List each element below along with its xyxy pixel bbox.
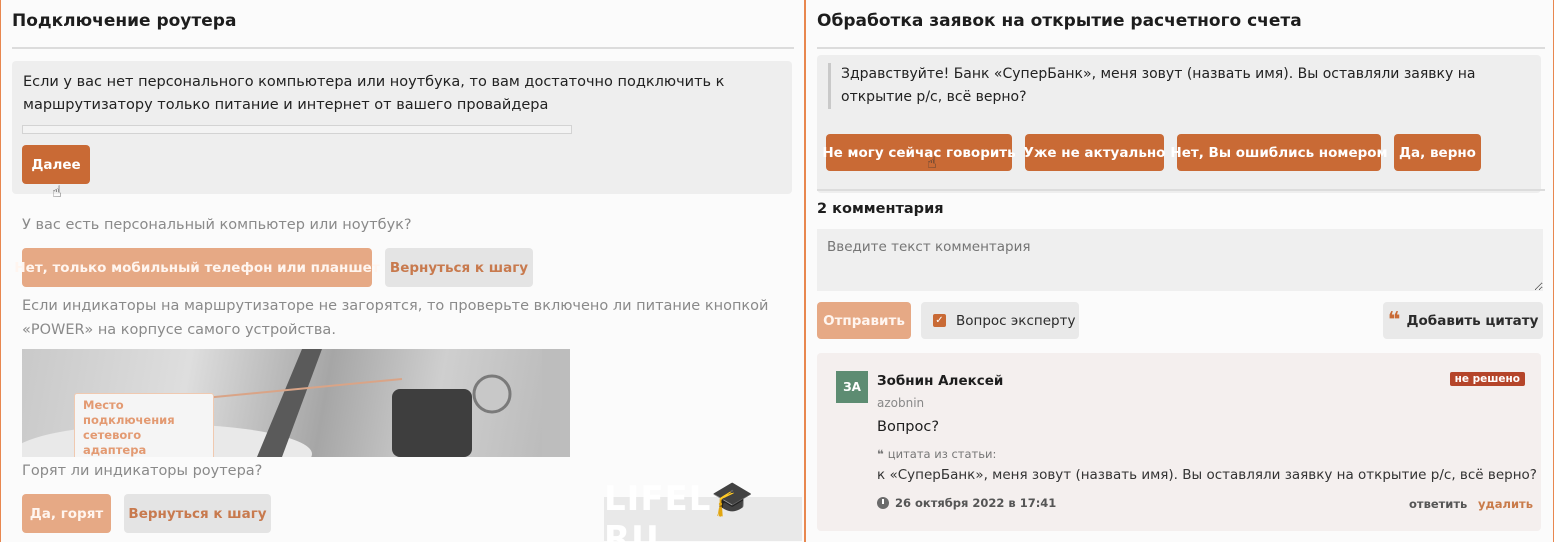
reply-link[interactable]: ответить (1409, 497, 1467, 511)
script-card: Здравствуйте! Банк «СуперБанк», меня зов… (817, 55, 1541, 193)
title-divider (817, 47, 1545, 49)
back-to-step-button-2[interactable]: Вернуться к шагу (124, 494, 271, 533)
back-to-step-button-1[interactable]: Вернуться к шагу (385, 248, 533, 287)
history-question-1: У вас есть персональный компьютер или но… (22, 217, 412, 233)
account-application-panel: Обработка заявок на открытие расчетного … (806, 0, 1553, 542)
history-answer-1[interactable]: Нет, только мобильный телефон или планше… (14, 248, 380, 287)
send-comment-button[interactable]: Отправить (817, 302, 911, 339)
comment-item: ЗА Зобнин Алексей azobnin не решено Вопр… (817, 353, 1541, 531)
quote-label-text: цитата из статьи: (887, 447, 997, 461)
script-text: Здравствуйте! Банк «СуперБанк», меня зов… (828, 63, 1518, 109)
router-photo: Место подключения сетевого адаптера (22, 349, 570, 457)
quote-icon: ❝ (1387, 307, 1401, 333)
quoted-text: к «СуперБанк», меня зовут (назвать имя).… (877, 467, 1537, 483)
option-cant-talk-button[interactable]: Не могу сейчас говорить (822, 134, 1016, 171)
quote-label: ❝ цитата из статьи: (877, 447, 996, 461)
title-divider (12, 47, 794, 49)
expert-question-label: Вопрос эксперту (956, 312, 1076, 329)
avatar: ЗА (836, 371, 868, 403)
progress-bar (22, 125, 572, 134)
option-not-relevant-button[interactable]: Уже не актуально (1024, 134, 1165, 171)
checkbox-checked-icon: ✓ (933, 314, 946, 327)
router-connection-panel: Подключение роутера Если у вас нет персо… (1, 0, 804, 542)
comment-author[interactable]: Зобнин Алексей (877, 373, 1003, 389)
comment-text: Вопрос? (877, 419, 940, 435)
history-question-2: Горят ли индикаторы роутера? (22, 463, 263, 479)
section-divider (817, 189, 1545, 191)
option-yes-correct-button[interactable]: Да, верно (1394, 134, 1481, 171)
comment-date: 26 октября 2022 в 17:41 (877, 496, 1056, 510)
panel-title: Подключение роутера (12, 11, 237, 31)
option-wrong-number-button[interactable]: Нет, Вы ошиблись номером (1170, 134, 1388, 171)
quote-mark-icon: ❝ (877, 447, 888, 461)
comment-username: azobnin (877, 396, 925, 410)
delete-link[interactable]: удалить (1478, 497, 1533, 511)
next-button[interactable]: Далее (22, 145, 90, 184)
comment-input[interactable] (817, 229, 1543, 291)
hand-cursor-icon: ☝ (52, 182, 62, 201)
current-step-card: Если у вас нет персонального компьютера … (12, 61, 792, 201)
add-quote-button[interactable]: ❝ Добавить цитату (1383, 302, 1543, 339)
step-text: Если у вас нет персонального компьютера … (23, 74, 725, 113)
photo-annotation-label: Место подключения сетевого адаптера (74, 393, 214, 457)
panel-title: Обработка заявок на открытие расчетного … (817, 11, 1302, 31)
add-quote-label: Добавить цитату (1406, 312, 1539, 329)
clock-icon (877, 497, 889, 509)
hand-cursor-icon: ☝ (927, 153, 937, 172)
comment-date-text: 26 октября 2022 в 17:41 (895, 496, 1057, 510)
lifelru-watermark-logo: LIFEL🎓RU (604, 479, 802, 542)
history-info-text: Если индикаторы на маршрутизаторе не заг… (22, 298, 769, 338)
comments-count: 2 комментария (817, 201, 944, 217)
history-answer-2[interactable]: Да, горят (22, 494, 111, 533)
expert-question-checkbox[interactable]: ✓ Вопрос эксперту (921, 302, 1079, 339)
status-badge: не решено (1449, 372, 1525, 386)
